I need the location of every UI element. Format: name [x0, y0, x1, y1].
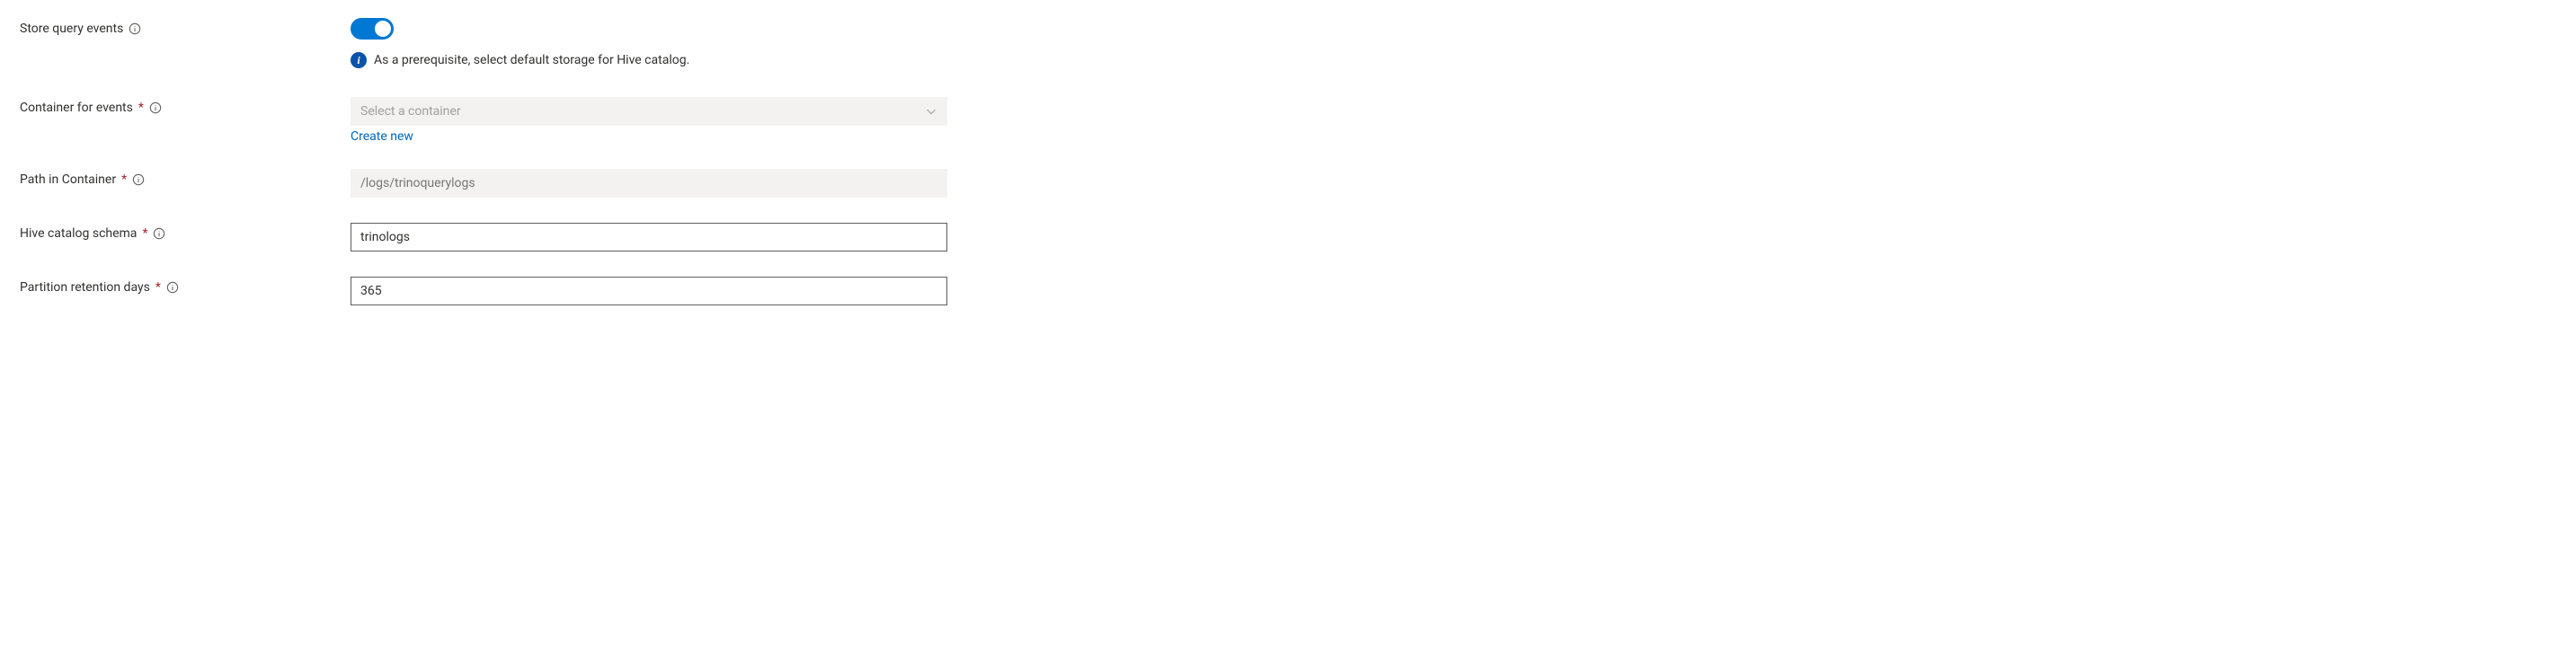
- info-icon[interactable]: [153, 227, 165, 240]
- create-new-link[interactable]: Create new: [351, 129, 413, 144]
- info-icon[interactable]: [129, 22, 141, 35]
- info-icon[interactable]: [166, 281, 179, 294]
- info-badge-icon: i: [351, 52, 367, 68]
- required-marker: *: [138, 101, 144, 115]
- path-in-container-label: Path in Container: [20, 172, 116, 187]
- store-query-events-toggle[interactable]: [351, 18, 394, 40]
- store-query-events-label: Store query events: [20, 22, 123, 36]
- hive-catalog-schema-label: Hive catalog schema: [20, 226, 137, 241]
- path-in-container-input[interactable]: [351, 169, 947, 198]
- toggle-knob: [375, 21, 391, 37]
- required-marker: *: [142, 226, 147, 241]
- partition-retention-days-label: Partition retention days: [20, 280, 150, 295]
- info-icon[interactable]: [132, 173, 145, 186]
- hive-catalog-schema-input[interactable]: [351, 223, 947, 252]
- container-select[interactable]: Select a container: [351, 97, 947, 126]
- required-marker: *: [121, 172, 127, 187]
- info-icon[interactable]: [149, 102, 162, 114]
- prerequisite-info-banner: i As a prerequisite, select default stor…: [351, 52, 689, 68]
- container-select-placeholder: Select a container: [360, 104, 461, 119]
- prerequisite-msg: As a prerequisite, select default storag…: [374, 53, 689, 67]
- partition-retention-days-input[interactable]: [351, 277, 947, 305]
- required-marker: *: [155, 280, 161, 295]
- chevron-down-icon: [925, 105, 937, 118]
- container-for-events-label: Container for events: [20, 101, 133, 115]
